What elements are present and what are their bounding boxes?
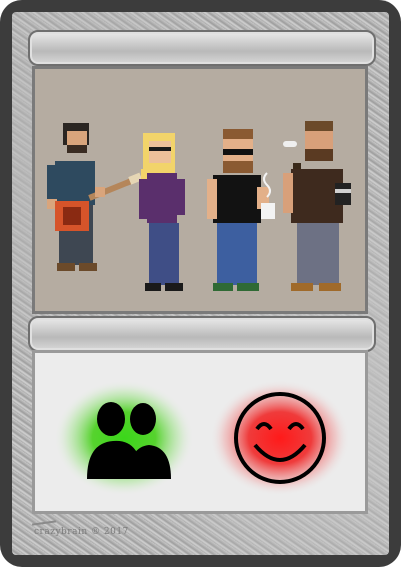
smiley-face-icon [210,380,350,496]
title-bar [28,30,376,66]
card-artwork [32,66,368,314]
watermark: crazybrain ® 2017 [34,527,129,537]
card-text-box [32,350,368,514]
pixel-art-band [35,69,365,311]
group-of-people-icon [54,380,194,496]
smiley-token[interactable] [205,363,355,513]
game-card: crazybrain ® 2017 [0,0,401,567]
type-bar [28,316,376,352]
group-token[interactable] [49,363,199,513]
